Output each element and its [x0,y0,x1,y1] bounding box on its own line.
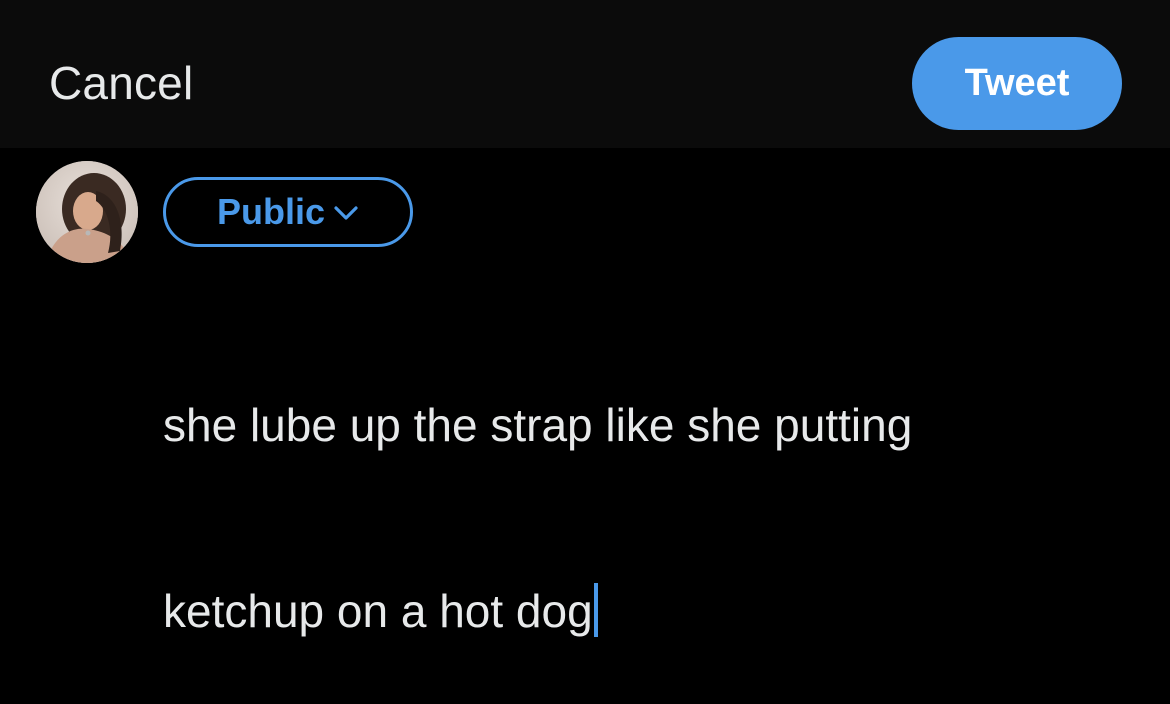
tweet-button[interactable]: Tweet [912,37,1122,130]
avatar-photo [36,161,138,263]
avatar[interactable] [36,161,138,263]
tweet-text-line-2: ketchup on a hot dog [163,580,1123,642]
audience-selector[interactable]: Public [163,177,413,247]
tweet-text-line: she lube up the strap like she putting [163,399,913,451]
tweet-text-line-2-content: ketchup on a hot dog [163,585,593,637]
audience-label: Public [216,191,326,232]
text-caret [593,583,598,637]
cancel-button[interactable]: Cancel [49,56,193,110]
tweet-text-input[interactable]: she lube up the strap like she putting k… [163,270,1123,704]
chevron-down-icon [333,203,359,223]
compose-header: Cancel Tweet [0,0,1170,148]
